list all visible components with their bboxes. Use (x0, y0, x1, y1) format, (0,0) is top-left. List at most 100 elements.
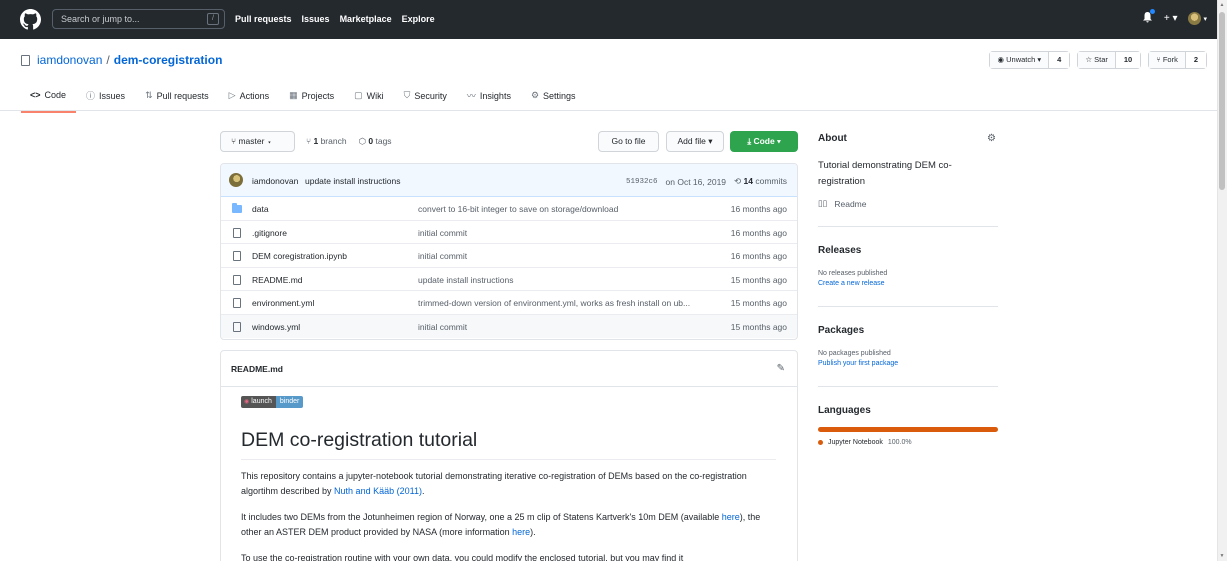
commit-message[interactable]: update install instructions (305, 176, 400, 186)
graph-icon: 〰 (466, 91, 476, 101)
star-count[interactable]: 10 (1115, 52, 1141, 68)
p1-text: This repository contains a jupyter-noteb… (241, 471, 747, 496)
readme-filename[interactable]: README.md (231, 364, 283, 374)
code-download-button[interactable]: ⤓ Code ▾ (730, 131, 798, 152)
scroll-down-arrow-icon[interactable]: ▼ (1219, 553, 1225, 559)
file-row[interactable]: README.md update install instructions 15 m… (221, 268, 797, 291)
watch-button[interactable]: ◉ Unwatch ▾ (990, 52, 1050, 68)
project-icon: ▦ (289, 90, 298, 100)
tab-label: Wiki (366, 90, 384, 101)
fork-count[interactable]: 2 (1185, 52, 1206, 68)
bell-icon[interactable] (1142, 9, 1155, 26)
repo-name-link[interactable]: dem-coregistration (114, 53, 223, 67)
repo-owner-link[interactable]: iamdonovan (37, 53, 102, 67)
nav-pull-requests[interactable]: Pull requests (235, 14, 292, 24)
file-row[interactable]: DEM coregistration.ipynb initial commit 16… (221, 244, 797, 268)
fork-button[interactable]: ⑂ Fork (1149, 52, 1186, 68)
watch-count[interactable]: 4 (1049, 52, 1070, 68)
releases-none: No releases published (818, 270, 888, 277)
nav-issues[interactable]: Issues (302, 14, 330, 24)
tab-pull-requests[interactable]: ⇅ Pull requests (135, 84, 219, 113)
file-name[interactable]: windows.yml (252, 322, 300, 332)
nuth-kaab-link[interactable]: Nuth and Kääb (2011) (334, 486, 422, 496)
file-row[interactable]: data convert to 16-bit integer to save on… (221, 197, 797, 221)
file-commit-message[interactable]: trimmed-down version of environment.yml,… (418, 298, 690, 308)
branches-link[interactable]: ⑂ 1 branch (306, 136, 347, 147)
commit-history-link[interactable]: ⟲ 14 commits (734, 176, 787, 187)
here-link-2[interactable]: here (512, 527, 530, 537)
tab-settings[interactable]: ⚙ Settings (521, 84, 586, 113)
readme-title: DEM co-registration tutorial (241, 429, 776, 460)
fork-label: Fork (1162, 55, 1178, 64)
star-button[interactable]: ☆ Star (1078, 52, 1116, 68)
file-commit-message[interactable]: initial commit (418, 322, 467, 332)
publish-package-link[interactable]: Publish your first package (818, 360, 998, 367)
nav-marketplace[interactable]: Marketplace (340, 14, 392, 24)
fork-button-group: ⑂ Fork 2 (1148, 51, 1207, 69)
about-description: Tutorial demonstrating DEM co-registrati… (818, 160, 952, 187)
file-row[interactable]: environment.yml trimmed-down version of e… (221, 291, 797, 315)
file-age: 15 months ago (730, 274, 787, 285)
releases-title[interactable]: Releases (818, 245, 998, 256)
commit-meta: 51932c6 on Oct 16, 2019 ⟲ 14 commits (626, 176, 787, 187)
page-scrollbar[interactable]: ▲ ▼ (1217, 0, 1227, 561)
file-age: 16 months ago (730, 251, 787, 261)
file-name[interactable]: data (252, 204, 269, 214)
packages-title[interactable]: Packages (818, 325, 998, 336)
tab-wiki[interactable]: ▢ Wiki (344, 84, 394, 113)
tab-label: Pull requests (156, 90, 209, 101)
file-commit-message[interactable]: convert to 16-bit integer to save on sto… (418, 204, 618, 214)
releases-section: Releases No releases published Create a … (818, 245, 998, 287)
tab-label: Settings (543, 90, 576, 101)
commits-label: commits (755, 176, 787, 186)
readme-link[interactable]: ▯▯ Readme (818, 198, 998, 209)
add-file-button[interactable]: Add file ▾ (666, 131, 724, 152)
pull-request-icon: ⇅ (145, 90, 153, 100)
tab-actions[interactable]: ▷ Actions (219, 84, 279, 113)
here-link-1[interactable]: here (722, 512, 740, 522)
packages-section: Packages No packages published Publish y… (818, 325, 998, 367)
top-nav: Pull requests Issues Marketplace Explore (235, 14, 445, 24)
file-commit-message[interactable]: initial commit (418, 228, 467, 238)
github-logo-icon[interactable] (20, 9, 41, 30)
language-name: Jupyter Notebook (828, 439, 883, 446)
gear-icon: ⚙ (530, 90, 540, 100)
file-age: 15 months ago (730, 321, 787, 332)
gear-icon[interactable]: ⚙ (987, 133, 996, 144)
scroll-thumb[interactable] (1219, 12, 1225, 190)
tags-link[interactable]: ⬡ 0 tags (359, 136, 392, 147)
file-name[interactable]: DEM coregistration.ipynb (252, 251, 347, 261)
commit-author-avatar[interactable] (229, 173, 243, 187)
create-release-link[interactable]: Create a new release (818, 280, 998, 287)
launch-binder-badge[interactable]: launch binder (241, 396, 304, 408)
scroll-up-arrow-icon[interactable]: ▲ (1219, 2, 1225, 8)
tab-security[interactable]: ⛉ Security (394, 84, 457, 113)
nav-explore[interactable]: Explore (402, 14, 435, 24)
tab-insights[interactable]: 〰 Insights (457, 84, 521, 113)
tab-issues[interactable]: ⓘ Issues (76, 84, 135, 113)
create-new-menu[interactable]: + ▾ (1164, 13, 1178, 24)
file-commit-message[interactable]: initial commit (418, 251, 467, 261)
tab-projects[interactable]: ▦ Projects (279, 84, 344, 113)
file-commit-message[interactable]: update install instructions (418, 275, 513, 285)
go-to-file-button[interactable]: Go to file (598, 131, 659, 152)
commit-sha[interactable]: 51932c6 (626, 178, 658, 186)
notification-dot (1149, 9, 1155, 14)
user-menu[interactable]: ▾ (1188, 12, 1207, 25)
file-row[interactable]: windows.yml initial commit 15 months ago (221, 314, 797, 338)
file-name[interactable]: .gitignore (252, 228, 287, 238)
tag-icon: ⬡ (358, 136, 369, 146)
search-placeholder: Search or jump to... (61, 14, 140, 24)
language-item[interactable]: Jupyter Notebook 100.0% (818, 439, 998, 446)
branch-selector[interactable]: ⑂ master ▾ (220, 131, 295, 152)
commit-author[interactable]: iamdonovan (252, 176, 298, 186)
pencil-edit-icon[interactable]: ✎ (777, 363, 785, 374)
search-input[interactable]: Search or jump to... / (52, 9, 225, 29)
file-row[interactable]: .gitignore initial commit 16 months ago (221, 221, 797, 244)
slash-shortcut-key: / (207, 13, 219, 25)
file-age: 16 months ago (730, 227, 787, 238)
tab-code[interactable]: <> Code (21, 84, 77, 113)
file-name[interactable]: environment.yml (252, 298, 314, 308)
language-color-dot (818, 440, 823, 445)
file-name[interactable]: README.md (252, 275, 303, 285)
